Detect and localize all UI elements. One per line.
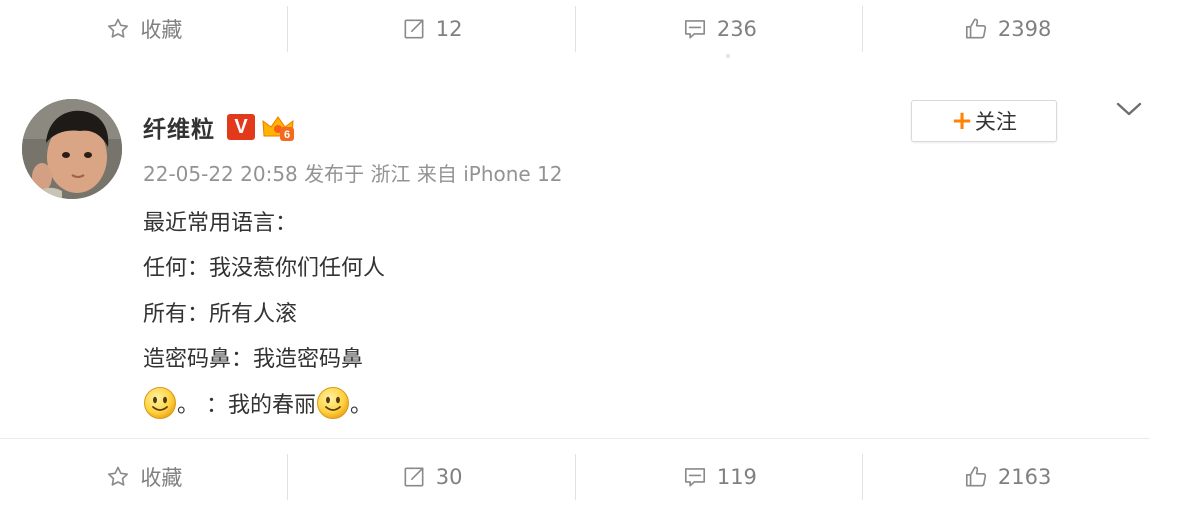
content-line: 最近常用语言： [143,210,298,236]
content-line: 任何：我没惹你们任何人 [143,256,386,282]
repost-count: 12 [435,17,463,41]
follow-label: 关注 [974,110,1017,134]
star-icon [104,463,132,491]
weibo-feed: 收藏 12 236 2398 纤维粒 V 6 22-05-22 20:58 发布… [0,0,1188,518]
top-action-bar: 收藏 12 236 2398 [0,0,1150,58]
favorite-button[interactable]: 收藏 [0,0,287,58]
favorite-label: 收藏 [140,18,183,42]
smile-emoji-icon [143,386,177,420]
avatar[interactable] [22,99,122,199]
like-count: 2398 [997,17,1052,41]
star-icon [104,15,132,43]
favorite-button[interactable]: 收藏 [0,448,287,506]
favorite-label: 收藏 [140,466,183,490]
level-crown-icon[interactable]: 6 [261,112,295,142]
plus-icon: + [951,106,973,136]
comment-count: 119 [716,465,757,489]
author-name[interactable]: 纤维粒 [143,110,215,144]
comment-icon [681,463,709,491]
post-content: 最近常用语言： 任何：我没惹你们任何人 所有：所有人滚 造密码鼻：我造密码鼻 。… [143,198,843,426]
svg-text:6: 6 [284,129,290,141]
follow-button[interactable]: + 关注 [911,100,1057,142]
comment-icon [681,15,709,43]
thumbs-up-icon [962,463,990,491]
repost-count: 30 [435,465,463,489]
post-meta: 22-05-22 20:58 发布于 浙江 来自 iPhone 12 [143,162,563,186]
smile-emoji-icon [316,386,350,420]
emoji-line-text: 。 ：我的春丽 [177,392,316,418]
bottom-action-bar: 收藏 30 119 2163 [0,448,1150,506]
content-line-emoji: 。 ：我的春丽 。 [143,380,843,426]
repost-icon [400,15,428,43]
repost-icon [400,463,428,491]
content-line: 所有：所有人滚 [143,301,298,327]
repost-button[interactable]: 30 [288,448,575,506]
chevron-down-icon[interactable] [1112,94,1146,124]
comment-button[interactable]: 119 [576,448,863,506]
divider [0,438,1150,439]
comment-button[interactable]: 236 [576,0,863,58]
emoji-line-end: 。 [350,392,373,418]
like-button[interactable]: 2163 [863,448,1150,506]
author-row: 纤维粒 V 6 [143,110,295,144]
content-line: 造密码鼻：我造密码鼻 [143,347,364,373]
repost-button[interactable]: 12 [288,0,575,58]
vip-verified-icon[interactable]: V [227,114,255,140]
comment-count: 236 [716,17,757,41]
like-button[interactable]: 2398 [863,0,1150,58]
thumbs-up-icon [962,15,990,43]
like-count: 2163 [997,465,1052,489]
decorative-dot [726,54,730,58]
